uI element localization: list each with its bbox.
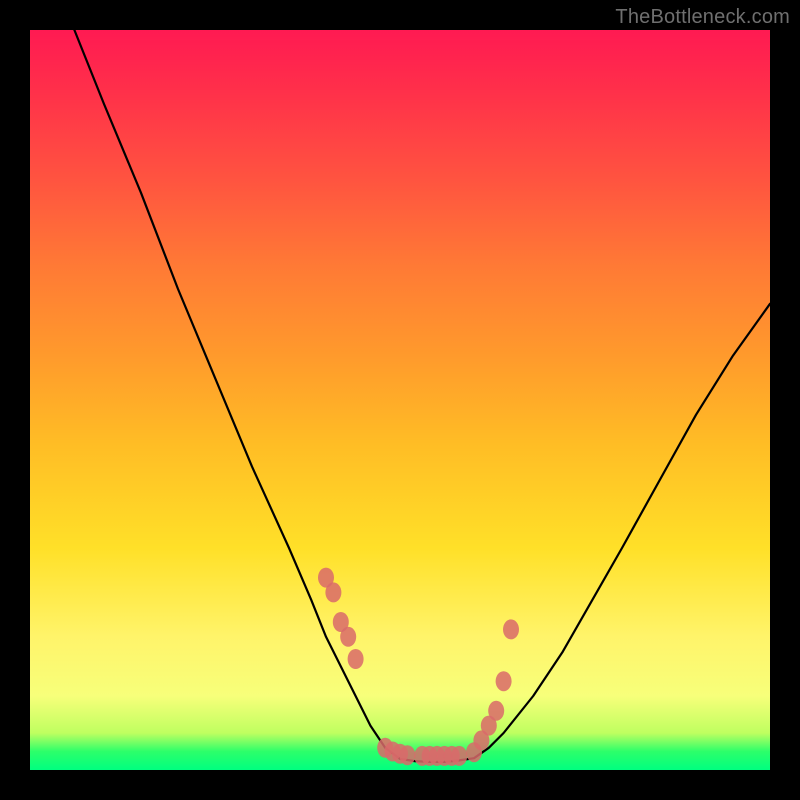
watermark-text: TheBottleneck.com <box>615 6 790 29</box>
marker-point <box>340 627 356 647</box>
marker-group <box>318 568 519 766</box>
marker-point <box>325 582 341 602</box>
marker-point <box>348 649 364 669</box>
bottleneck-curve <box>74 30 770 762</box>
marker-point <box>451 746 467 766</box>
chart-svg <box>30 30 770 770</box>
marker-point <box>488 701 504 721</box>
plot-area <box>30 30 770 770</box>
marker-point <box>399 745 415 765</box>
marker-point <box>496 671 512 691</box>
marker-point <box>503 619 519 639</box>
chart-frame: TheBottleneck.com <box>0 0 800 800</box>
